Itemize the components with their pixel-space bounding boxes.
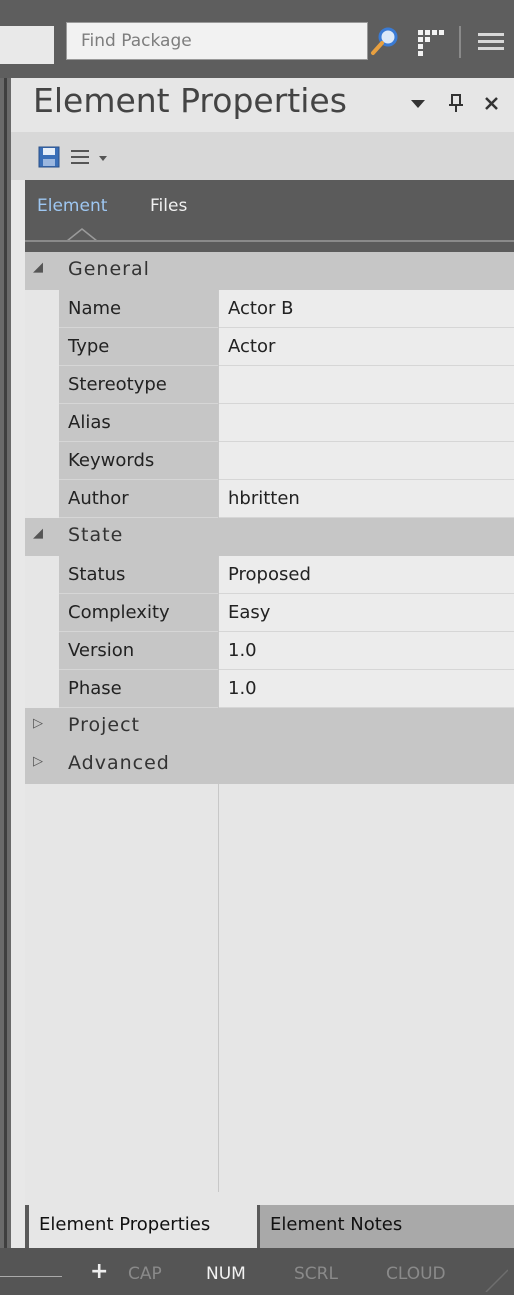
group-label: State (68, 524, 124, 546)
tab-files[interactable]: Files (150, 196, 187, 216)
property-row[interactable]: Keywords (25, 442, 514, 480)
close-icon[interactable] (481, 90, 503, 116)
tab-element-properties[interactable]: Element Properties (29, 1205, 257, 1248)
group-label: General (68, 258, 150, 280)
panel-titlebar: Element Properties (11, 78, 514, 132)
property-name: Phase (59, 670, 218, 708)
cloud-indicator: CLOUD (386, 1264, 446, 1284)
panel-title: Element Properties (33, 81, 347, 120)
property-name: Version (59, 632, 218, 670)
property-value[interactable]: Actor B (219, 290, 514, 328)
pin-icon[interactable] (445, 90, 467, 116)
panel-toolbar (11, 132, 514, 180)
save-icon[interactable] (38, 146, 60, 168)
property-row[interactable]: Complexity Easy (25, 594, 514, 632)
resize-grip-icon[interactable] (478, 1268, 508, 1292)
expand-arrow-icon[interactable]: ▷ (33, 754, 43, 769)
tab-element-notes[interactable]: Element Notes (260, 1205, 514, 1248)
cap-indicator: CAP (128, 1264, 162, 1284)
property-grid: ◢ General Name Actor B Type Actor Stereo… (25, 252, 514, 1248)
property-value[interactable] (219, 366, 514, 404)
property-row[interactable]: Status Proposed (25, 556, 514, 594)
property-name: Status (59, 556, 218, 594)
num-indicator: NUM (206, 1264, 246, 1284)
property-name: Complexity (59, 594, 218, 632)
property-value[interactable]: 1.0 (219, 632, 514, 670)
toolbar-separator (459, 26, 461, 58)
group-advanced[interactable]: ▷ Advanced (25, 746, 514, 784)
property-value[interactable]: 1.0 (219, 670, 514, 708)
group-state[interactable]: ◢ State (25, 518, 514, 556)
property-name: Alias (59, 404, 218, 442)
zoom-plus-button[interactable]: + (90, 1259, 108, 1284)
property-row[interactable]: Stereotype (25, 366, 514, 404)
status-bar: + CAP NUM SCRL CLOUD (0, 1248, 514, 1295)
property-row[interactable]: Phase 1.0 (25, 670, 514, 708)
group-project[interactable]: ▷ Project (25, 708, 514, 746)
list-options-icon[interactable] (69, 146, 119, 168)
property-row[interactable]: Type Actor (25, 328, 514, 366)
toolbar-left-field[interactable] (0, 26, 54, 64)
dropdown-arrow-icon[interactable] (407, 90, 429, 116)
expand-arrow-icon[interactable]: ▷ (33, 716, 43, 731)
collapse-arrow-icon[interactable]: ◢ (33, 260, 43, 275)
property-name: Author (59, 480, 218, 518)
property-row[interactable]: Version 1.0 (25, 632, 514, 670)
bottom-tab-strip: Element Properties Element Notes (25, 1205, 514, 1248)
tab-element[interactable]: Element (37, 196, 107, 216)
property-value[interactable]: Proposed (219, 556, 514, 594)
property-row[interactable]: Alias (25, 404, 514, 442)
property-name: Type (59, 328, 218, 366)
element-properties-panel: Element Properties Element Files ◢ Gener… (11, 78, 514, 1248)
property-name: Keywords (59, 442, 218, 480)
top-toolbar: Find Package (0, 0, 514, 78)
hamburger-menu-icon[interactable] (470, 22, 510, 60)
property-name: Name (59, 290, 218, 328)
search-icon[interactable] (366, 22, 402, 60)
property-value[interactable]: Easy (219, 594, 514, 632)
find-package-input[interactable]: Find Package (66, 22, 368, 60)
property-row[interactable]: Name Actor B (25, 290, 514, 328)
group-label: Project (68, 714, 141, 736)
package-browser-icon[interactable] (414, 22, 452, 60)
property-name: Stereotype (59, 366, 218, 404)
property-value[interactable]: hbritten (219, 480, 514, 518)
group-label: Advanced (68, 752, 170, 774)
property-value[interactable] (219, 442, 514, 480)
property-value[interactable]: Actor (219, 328, 514, 366)
property-row[interactable]: Author hbritten (25, 480, 514, 518)
property-value[interactable] (219, 404, 514, 442)
group-general[interactable]: ◢ General (25, 252, 514, 290)
collapse-arrow-icon[interactable]: ◢ (33, 526, 43, 541)
scrl-indicator: SCRL (294, 1264, 338, 1284)
panel-tab-strip: Element Files (25, 180, 514, 252)
dock-edge (0, 78, 11, 1248)
